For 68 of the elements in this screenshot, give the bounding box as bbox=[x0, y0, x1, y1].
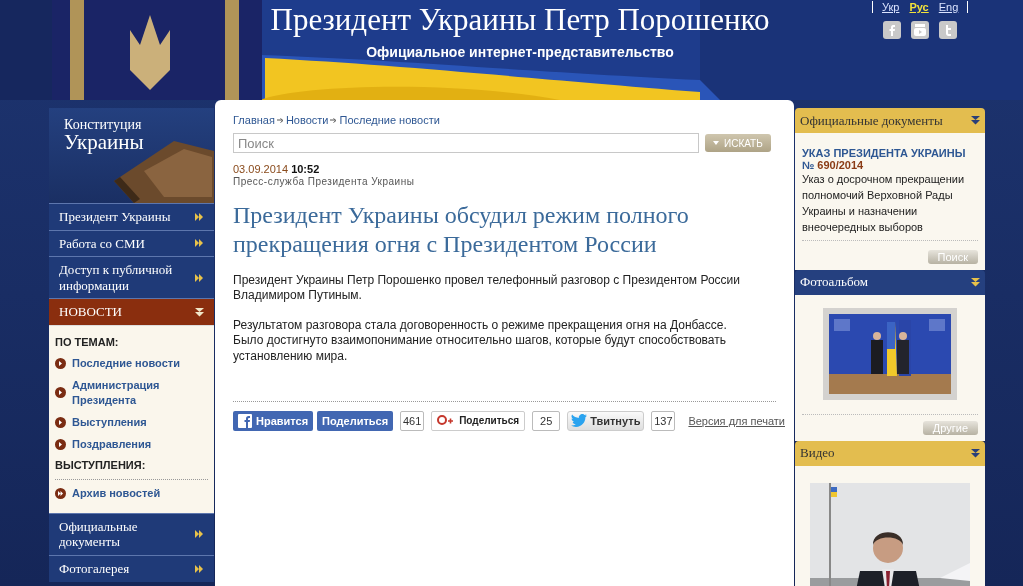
article-headline: Президент Украины обсудил режим полного прекращения огня с Президентом России bbox=[233, 201, 690, 259]
tweet-count: 137 bbox=[651, 410, 676, 431]
article-paragraph: Президент Украины Петр Порошенко провел телефонный разговор с Президентом России Владимиром Путиным. bbox=[233, 272, 741, 304]
language-link[interactable]: Укр bbox=[877, 1, 905, 13]
language-link[interactable]: Рус bbox=[904, 1, 934, 13]
submenu-link[interactable]: Поздравления bbox=[55, 437, 214, 452]
bullet-icon bbox=[55, 488, 66, 500]
facebook-icon[interactable] bbox=[883, 21, 902, 39]
bullet-icon bbox=[55, 416, 66, 428]
tweet-button[interactable]: Твитнуть bbox=[567, 410, 645, 431]
decree-number[interactable]: № 690/2014 bbox=[802, 159, 978, 171]
bullet-icon bbox=[55, 357, 66, 369]
group-heading: ВЫСТУПЛЕНИЯ: bbox=[55, 459, 147, 472]
facebook-icon bbox=[238, 413, 252, 428]
bird-icon bbox=[571, 414, 588, 428]
nav-item[interactable]: Работа со СМИ bbox=[49, 229, 214, 257]
bullet-icon bbox=[55, 387, 66, 399]
article-time: 10:52 bbox=[291, 163, 320, 175]
nav-item[interactable]: НОВОСТИ bbox=[49, 298, 214, 325]
expand-arrow-icon bbox=[971, 277, 980, 287]
share-button[interactable]: Поделиться bbox=[317, 410, 394, 431]
double-arrow-icon bbox=[195, 530, 204, 539]
panel-header[interactable]: Официальные документы bbox=[795, 108, 985, 133]
expand-arrow-icon bbox=[971, 116, 980, 125]
group-heading: ПО ТЕМАМ: bbox=[55, 335, 120, 348]
submenu-link[interactable]: Выступления bbox=[55, 414, 214, 430]
article-source: Пресс-служба Президента Украины bbox=[233, 176, 416, 187]
caret-icon bbox=[713, 141, 719, 145]
expand-arrow-icon bbox=[971, 448, 980, 458]
banner-text: Украины bbox=[64, 132, 145, 153]
banner-text: Конституция bbox=[64, 118, 143, 132]
site-title: Президент Украины Петр Порошенко bbox=[270, 2, 770, 38]
share-button[interactable]: Поделиться bbox=[431, 410, 526, 431]
breadcrumb-link[interactable]: Новости bbox=[285, 114, 329, 126]
like-button[interactable]: Нравится bbox=[233, 410, 314, 431]
arrow-icon bbox=[276, 117, 284, 123]
submenu-link[interactable]: Архив новостей bbox=[55, 486, 214, 501]
submenu-link[interactable]: Администрация Президента bbox=[55, 378, 214, 407]
panel-header[interactable]: Видео bbox=[795, 440, 985, 466]
share-count: 461 bbox=[400, 410, 425, 431]
nav-item[interactable]: Президент Украины bbox=[49, 203, 214, 230]
article-paragraph: Результатом разговора стала договоренность о режиме прекращения огня на Донбассе. Было достигнуто взаимопонимание относительно шагов, которые будут способствовать установлению мира. bbox=[233, 317, 728, 365]
search-field[interactable]: Поиск bbox=[233, 133, 699, 153]
double-arrow-icon bbox=[195, 212, 204, 221]
decree-heading[interactable]: УКАЗ ПРЕЗИДЕНТА УКРАИНЫ bbox=[802, 147, 978, 159]
youtube-icon[interactable] bbox=[911, 21, 930, 39]
constitution-banner[interactable]: Конституция Украины bbox=[49, 108, 214, 203]
double-arrow-icon bbox=[195, 239, 204, 248]
double-arrow-icon bbox=[195, 273, 204, 282]
breadcrumb-link[interactable]: Последние новости bbox=[339, 114, 440, 126]
google-plus-icon bbox=[437, 414, 454, 427]
nav-item[interactable]: Доступ к публичной информации bbox=[49, 256, 214, 299]
print-link[interactable]: Версия для печати bbox=[688, 414, 785, 427]
decree-summary[interactable]: Указ о досрочном прекращении полномочий Верховной Рады Украины и назначении внеочередных выборов bbox=[802, 172, 978, 236]
site-subtitle: Официальное интернет-представительство bbox=[366, 44, 674, 60]
submenu-link[interactable]: Последние новости bbox=[55, 355, 214, 371]
panel-header[interactable]: Фотоальбом bbox=[795, 269, 985, 295]
article-date: 03.09.2014 bbox=[233, 163, 289, 175]
expand-arrow-icon bbox=[195, 307, 204, 317]
nav-item[interactable]: Официальные документы bbox=[49, 512, 214, 555]
breadcrumb-link[interactable]: Главная bbox=[233, 114, 275, 126]
share-count: 25 bbox=[532, 410, 561, 431]
nav-item[interactable]: Фотогалерея bbox=[49, 554, 214, 582]
language-link[interactable]: Eng bbox=[933, 1, 964, 13]
twitter-icon[interactable] bbox=[939, 21, 958, 39]
bullet-icon bbox=[55, 438, 66, 450]
arrow-icon bbox=[330, 117, 338, 123]
double-arrow-icon bbox=[195, 564, 204, 573]
